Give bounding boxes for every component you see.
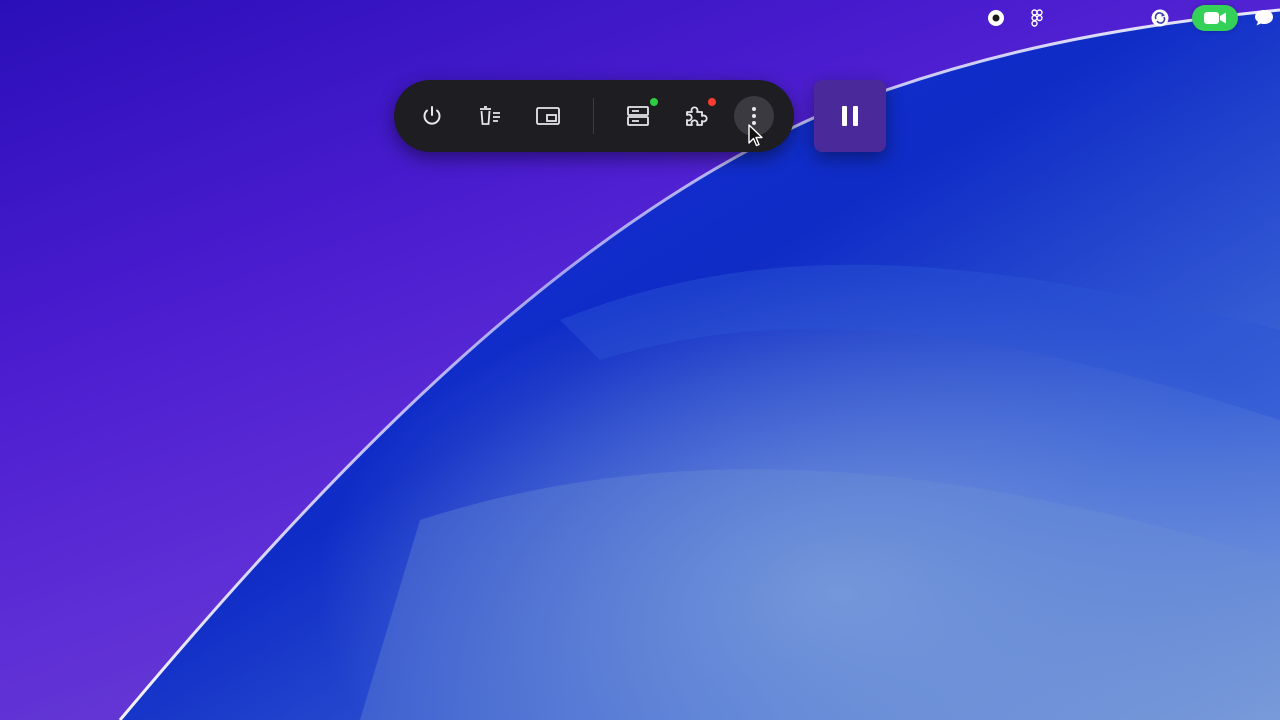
power-button[interactable]	[412, 96, 452, 136]
extension-status-dot	[708, 98, 716, 106]
sync-icon[interactable]	[1148, 6, 1172, 30]
toolbar-divider	[593, 98, 594, 134]
chat-bubble-icon[interactable]	[1252, 6, 1276, 30]
extension-button[interactable]	[676, 96, 716, 136]
floating-toolbar	[394, 80, 794, 152]
record-icon[interactable]	[984, 6, 1008, 30]
figma-icon[interactable]	[1025, 6, 1049, 30]
server-status-dot	[650, 98, 658, 106]
desktop	[0, 0, 1280, 720]
server-button[interactable]	[618, 96, 658, 136]
pause-button[interactable]	[814, 80, 886, 152]
picture-in-picture-button[interactable]	[528, 96, 568, 136]
delete-list-icon	[480, 106, 500, 125]
delete-list-button[interactable]	[470, 96, 510, 136]
picture-in-picture-icon	[536, 107, 560, 125]
facetime-video-icon[interactable]	[1192, 5, 1238, 31]
power-icon	[423, 106, 441, 125]
extension-puzzle-icon	[686, 106, 708, 126]
pause-icon	[842, 106, 858, 126]
mouse-cursor-icon	[748, 124, 763, 147]
server-icon	[627, 106, 649, 126]
